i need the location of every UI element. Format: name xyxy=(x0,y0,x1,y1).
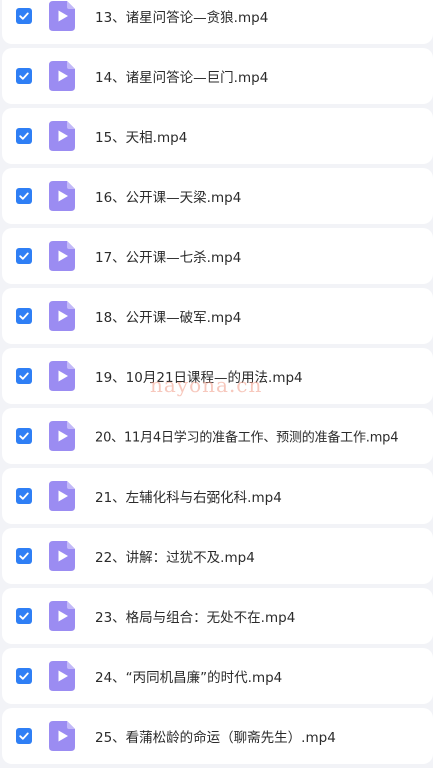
file-name: 17、公开课—七杀.mp4 xyxy=(95,250,242,266)
video-file-icon xyxy=(49,241,75,271)
file-name: 19、10月21日课程—的用法.mp4 xyxy=(95,370,303,386)
video-file-icon xyxy=(49,361,75,391)
video-file-icon xyxy=(49,541,75,571)
file-row[interactable]: 21、左辅化科与右弼化科.mp4 xyxy=(2,468,433,524)
video-file-icon xyxy=(49,601,75,631)
video-file-icon xyxy=(49,481,75,511)
file-name: 14、诸星问答论—巨门.mp4 xyxy=(95,70,269,86)
file-name: 25、看蒲松龄的命运（聊斋先生）.mp4 xyxy=(95,730,336,746)
file-checkbox[interactable] xyxy=(16,308,32,324)
video-file-icon xyxy=(49,121,75,151)
video-file-icon xyxy=(49,721,75,751)
video-file-icon xyxy=(49,301,75,331)
file-checkbox[interactable] xyxy=(16,248,32,264)
file-row[interactable]: 20、11月4日学习的准备工作、预测的准备工作.mp4 xyxy=(2,408,433,464)
file-name: 16、公开课—天梁.mp4 xyxy=(95,190,242,206)
file-row[interactable]: 24、“丙同机昌廉”的时代.mp4 xyxy=(2,648,433,704)
file-name: 22、讲解：过犹不及.mp4 xyxy=(95,550,255,566)
file-checkbox[interactable] xyxy=(16,608,32,624)
file-row[interactable]: 19、10月21日课程—的用法.mp4 xyxy=(2,348,433,404)
file-name: 20、11月4日学习的准备工作、预测的准备工作.mp4 xyxy=(95,430,399,446)
file-name: 23、格局与组合：无处不在.mp4 xyxy=(95,610,296,626)
file-checkbox[interactable] xyxy=(16,428,32,444)
file-checkbox[interactable] xyxy=(16,488,32,504)
file-checkbox[interactable] xyxy=(16,68,32,84)
file-checkbox[interactable] xyxy=(16,8,32,24)
file-checkbox[interactable] xyxy=(16,548,32,564)
video-file-icon xyxy=(49,181,75,211)
file-list: 13、诸星问答论—贪狼.mp4 14、诸星问答论—巨门.mp4 15、天相.mp… xyxy=(0,0,433,768)
file-row[interactable]: 17、公开课—七杀.mp4 xyxy=(2,228,433,284)
video-file-icon xyxy=(49,421,75,451)
file-row[interactable]: 16、公开课—天梁.mp4 xyxy=(2,168,433,224)
file-row[interactable]: 22、讲解：过犹不及.mp4 xyxy=(2,528,433,584)
file-name: 18、公开课—破军.mp4 xyxy=(95,310,242,326)
file-name: 13、诸星问答论—贪狼.mp4 xyxy=(95,10,269,26)
video-file-icon xyxy=(49,1,75,31)
file-row[interactable]: 23、格局与组合：无处不在.mp4 xyxy=(2,588,433,644)
file-checkbox[interactable] xyxy=(16,128,32,144)
file-checkbox[interactable] xyxy=(16,728,32,744)
file-checkbox[interactable] xyxy=(16,368,32,384)
file-row[interactable]: 25、看蒲松龄的命运（聊斋先生）.mp4 xyxy=(2,708,433,764)
file-row[interactable]: 14、诸星问答论—巨门.mp4 xyxy=(2,48,433,104)
file-name: 15、天相.mp4 xyxy=(95,130,188,146)
file-checkbox[interactable] xyxy=(16,188,32,204)
video-file-icon xyxy=(49,661,75,691)
file-row[interactable]: 18、公开课—破军.mp4 xyxy=(2,288,433,344)
file-row[interactable]: 15、天相.mp4 xyxy=(2,108,433,164)
file-name: 24、“丙同机昌廉”的时代.mp4 xyxy=(95,670,283,686)
file-name: 21、左辅化科与右弼化科.mp4 xyxy=(95,490,282,506)
video-file-icon xyxy=(49,61,75,91)
file-row[interactable]: 13、诸星问答论—贪狼.mp4 xyxy=(2,0,433,44)
file-checkbox[interactable] xyxy=(16,668,32,684)
